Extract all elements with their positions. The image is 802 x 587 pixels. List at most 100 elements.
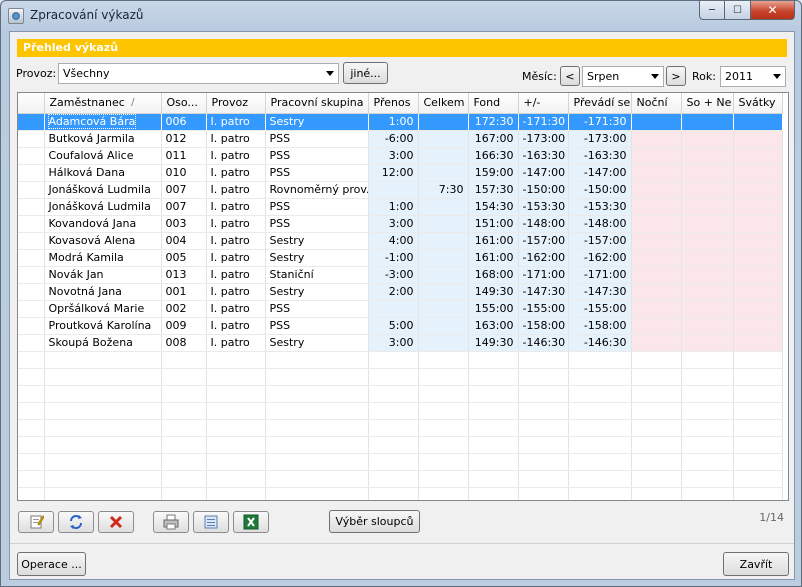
empty-cell [18, 402, 45, 420]
cell-text: PSS [269, 132, 291, 145]
delete-button[interactable] [98, 511, 134, 533]
reports-grid[interactable]: Zaměstnanec / Oso... Provoz Pracovní skupina… [17, 92, 789, 501]
list-view-button[interactable] [193, 511, 229, 533]
print-button[interactable] [153, 511, 189, 533]
refresh-button[interactable] [58, 511, 94, 533]
column-header-os-number[interactable]: Oso... [161, 93, 207, 114]
empty-cell [631, 487, 682, 500]
empty-cell [206, 368, 266, 386]
new-document-icon [30, 515, 44, 529]
column-header-celkem[interactable]: Celkem [418, 93, 469, 114]
cell-employee: Skoupá Božena [44, 334, 162, 352]
table-row[interactable]: Novák Jan 013 I. patro Staniční -3:00 168:00-… [18, 266, 783, 284]
cell-fond: 154:30 [468, 198, 519, 216]
close-button[interactable]: ✕ [751, 1, 795, 20]
cell-text: -153:30 [522, 200, 566, 213]
cell-text: -146:30 [522, 336, 566, 349]
cell-fond: 149:30 [468, 334, 519, 352]
cell-text: Novák Jan [48, 268, 104, 281]
new-report-button[interactable] [18, 511, 54, 533]
column-header-employee[interactable]: Zaměstnanec / [44, 93, 162, 114]
table-row[interactable]: Proutková Karolína 009 I. patro PSS 5:00 163:… [18, 317, 783, 335]
column-header-nocni[interactable]: Noční [631, 93, 682, 114]
mesic-select[interactable]: Srpen [582, 66, 664, 87]
cell-text: PSS [269, 319, 291, 332]
zavrit-button[interactable]: Zavřít [723, 552, 789, 576]
empty-cell [368, 436, 419, 454]
cell-group: PSS [265, 300, 369, 318]
rok-select[interactable]: 2011 [720, 66, 786, 87]
empty-cell [568, 470, 632, 488]
cell-nocni [631, 232, 682, 250]
column-header-prenos[interactable]: Přenos [368, 93, 419, 114]
table-row[interactable]: Coufalová Alice 011 I. patro PSS 3:00 166:30-… [18, 147, 783, 165]
empty-cell [733, 368, 783, 386]
row-indicator [18, 164, 45, 182]
table-row[interactable]: Novotná Jana 001 I. patro Sestry 2:00 149:30-… [18, 283, 783, 301]
column-header-so-ne[interactable]: So + Ne [681, 93, 734, 114]
provoz-select[interactable]: Všechny [58, 63, 339, 84]
empty-cell [44, 351, 162, 369]
cell-text: 007 [165, 183, 187, 196]
cell-nocni [631, 300, 682, 318]
empty-cell [631, 368, 682, 386]
empty-cell [161, 436, 207, 454]
column-header-prevadi[interactable]: Převádí se [568, 93, 632, 114]
table-row[interactable]: Adamcová Bára 006 I. patro Sestry 1:00 172:30… [18, 113, 783, 131]
cell-plus-minus: -162:00 [518, 249, 569, 267]
cell-fond: 172:30 [468, 113, 519, 131]
table-row[interactable]: Hálková Dana 010 I. patro PSS 12:00 159:00 -14… [18, 164, 783, 182]
table-row[interactable]: Skoupá Božena 008 I. patro Sestry 3:00 149:30… [18, 334, 783, 352]
cell-text: 159:00 [474, 166, 514, 179]
empty-cell [733, 487, 783, 500]
cell-prevadi: -147:00 [568, 164, 632, 182]
table-row[interactable]: Modrá Kamila 005 I. patro Sestry -1:00 161:00… [18, 249, 783, 267]
cell-text: 167:00 [474, 132, 514, 145]
empty-cell [518, 419, 569, 437]
column-header-plus-minus[interactable]: +/- [518, 93, 569, 114]
column-header-group[interactable]: Pracovní skupina [265, 93, 369, 114]
jine-button[interactable]: jiné... [343, 62, 388, 84]
cell-os-number: 009 [161, 317, 207, 335]
table-row[interactable]: Kovandová Jana 003 I. patro PSS 3:00 151:00 -1… [18, 215, 783, 233]
minimize-button[interactable]: ─ [699, 1, 725, 20]
row-indicator [18, 113, 45, 131]
cell-employee: Butková Jarmila [44, 130, 162, 148]
maximize-button[interactable]: ☐ [725, 1, 751, 20]
empty-cell [265, 419, 369, 437]
next-month-button[interactable]: > [666, 66, 686, 86]
export-excel-button[interactable] [233, 511, 269, 533]
cell-so-ne [681, 266, 734, 284]
table-row[interactable]: Kovasová Alena 004 I. patro Sestry 4:00 161:0… [18, 232, 783, 250]
column-header-fond[interactable]: Fond [468, 93, 519, 114]
cell-fond: 159:00 [468, 164, 519, 182]
empty-cell [206, 470, 266, 488]
cell-celkem [418, 249, 469, 267]
cell-svatky [733, 198, 783, 216]
select-columns-button[interactable]: Výběr sloupců [329, 510, 420, 533]
column-header-svatky[interactable]: Svátky [733, 93, 783, 114]
empty-cell [418, 368, 469, 386]
empty-cell [681, 487, 734, 500]
table-row[interactable]: Jonášková Ludmila 007 I. patro Rovnoměrný p… [18, 181, 783, 199]
window-title: Zpracování výkazů [30, 8, 144, 22]
operace-button[interactable]: Operace ... [17, 552, 86, 576]
cell-fond: 151:00 [468, 215, 519, 233]
cell-prevadi: -162:00 [568, 249, 632, 267]
column-header-provoz[interactable]: Provoz [206, 93, 266, 114]
cell-employee: Jonášková Ludmila [44, 198, 162, 216]
prev-month-button[interactable]: < [560, 66, 580, 86]
cell-text: -148:00 [583, 217, 627, 230]
empty-cell [265, 402, 369, 420]
table-row[interactable]: Jonášková Ludmila 007 I. patro PSS 1:00 154:3… [18, 198, 783, 216]
empty-cell [18, 487, 45, 500]
cell-text: 5:00 [388, 319, 414, 332]
cell-plus-minus: -173:00 [518, 130, 569, 148]
table-row[interactable]: Opršálková Marie 002 I. patro PSS 155:00 -155… [18, 300, 783, 318]
empty-cell [518, 385, 569, 403]
title-bar[interactable]: Zpracování výkazů ─ ☐ ✕ [1, 1, 801, 31]
table-row[interactable]: Butková Jarmila 012 I. patro PSS -6:00 167:00… [18, 130, 783, 148]
cell-employee: Modrá Kamila [44, 249, 162, 267]
empty-cell [468, 436, 519, 454]
cell-so-ne [681, 249, 734, 267]
